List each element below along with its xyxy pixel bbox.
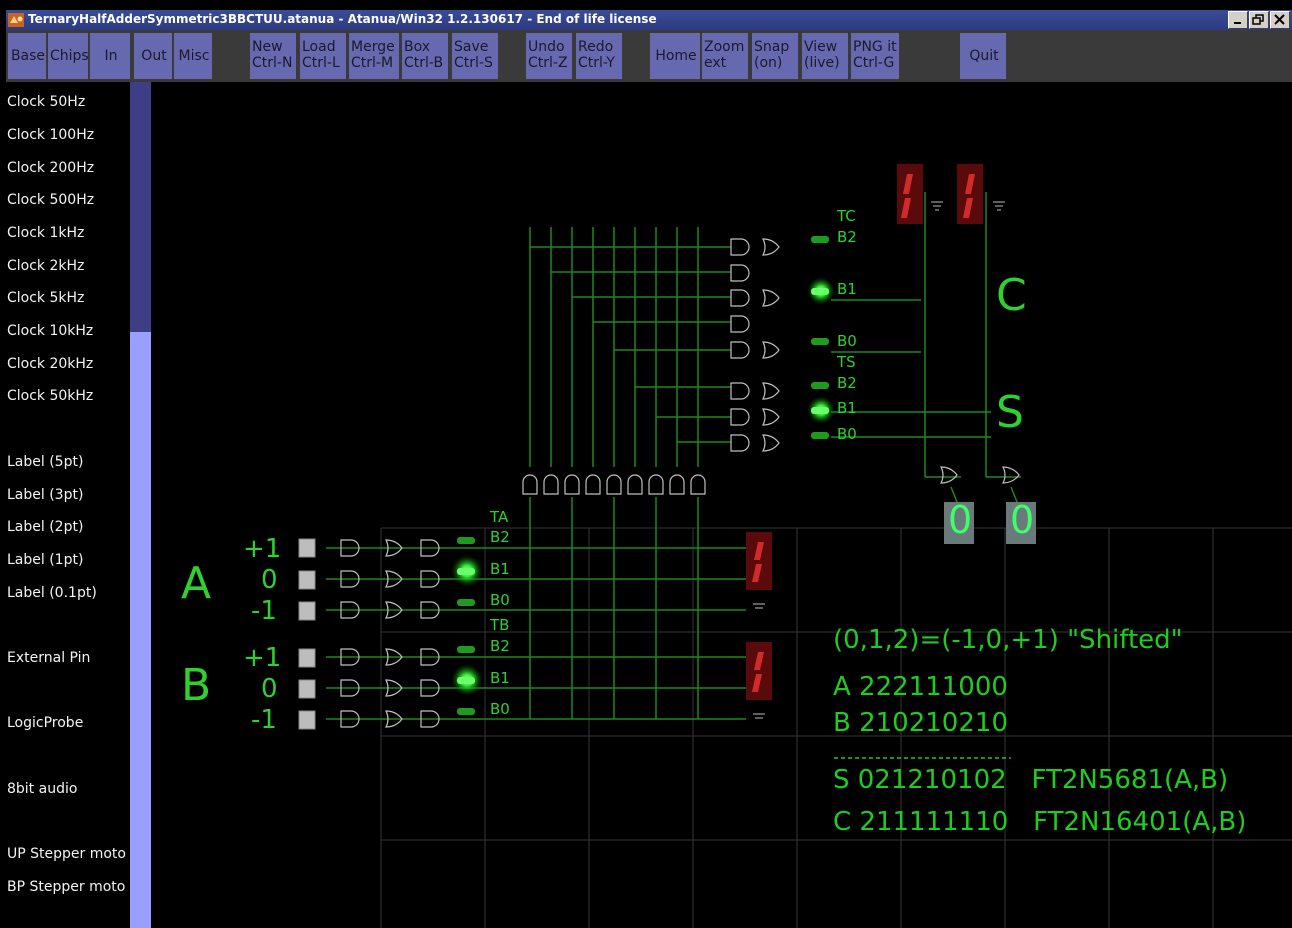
c-b2-label: B2 [837,228,857,246]
sidebar-item-clock-10khz[interactable]: Clock 10kHz [7,323,93,339]
s-b1-label: B1 [837,399,857,417]
a-b2-label: B2 [490,528,510,546]
output-c-label: C [996,270,1027,321]
c-b0-label: B0 [837,332,857,350]
in-button[interactable]: In [90,33,130,79]
note-b-values: B 210210210 [833,708,1008,738]
maximize-button[interactable] [1249,11,1269,29]
b-b2-label: B2 [490,637,510,655]
merge-button[interactable]: Merge Ctrl-M [349,33,399,79]
sidebar-item-label-0-1pt[interactable]: Label (0.1pt) [7,585,97,601]
sidebar-scroll-thumb[interactable] [130,82,151,332]
sidebar-item-label-5pt[interactable]: Label (5pt) [7,454,83,470]
sidebar-item-bp-stepper[interactable]: BP Stepper moto [7,879,125,895]
chips-button[interactable]: Chips [48,33,89,79]
circuit-canvas[interactable]: A B +1 0 -1 +1 0 -1 TA B2 B1 B0 TB B2 B1… [151,82,1292,928]
a-plus-one-label: +1 [243,534,282,564]
home-button[interactable]: Home [650,33,700,79]
bus-wires [529,192,1021,508]
segment-displays-top [897,164,1005,224]
load-button[interactable]: Load Ctrl-L [300,33,346,79]
a-zero-label: 0 [261,565,278,595]
sidebar-item-clock-50khz[interactable]: Clock 50kHz [7,388,93,404]
s-b0-label: B0 [837,425,857,443]
note-s-values: S 021210102 FT2N5681(A,B) [833,765,1229,795]
s-digit-display: 0 [948,498,973,542]
note-c-values: C 211111110 FT2N16401(A,B) [833,807,1247,837]
note-a-values: A 222111000 [833,672,1008,702]
box-button[interactable]: Box Ctrl-B [402,33,448,79]
sidebar-item-clock-1khz[interactable]: Clock 1kHz [7,225,84,241]
sidebar-item-clock-20khz[interactable]: Clock 20kHz [7,356,93,372]
zoom-ext-button[interactable]: Zoom ext [702,33,748,79]
sidebar-item-logicprobe[interactable]: LogicProbe [7,715,83,731]
input-switches [298,538,316,730]
a-b1-label: B1 [490,560,510,578]
sidebar-item-clock-100hz[interactable]: Clock 100Hz [7,127,94,143]
close-button[interactable] [1270,11,1290,29]
b-b1-label: B1 [490,669,510,687]
input-b-label: B [181,660,212,711]
bus-ts-label: TS [837,353,856,371]
b-b0-label: B0 [490,700,510,718]
snap-button[interactable]: Snap (on) [752,33,798,79]
app-icon [8,13,24,27]
sidebar-item-external-pin[interactable]: External Pin [7,650,90,666]
c-digit-display: 0 [1010,498,1035,542]
undo-button[interactable]: Undo Ctrl-Z [526,33,572,79]
misc-button[interactable]: Misc [174,33,212,79]
circuit-drawing [298,164,1292,928]
gate-array [522,238,1020,495]
sidebar-item-label-2pt[interactable]: Label (2pt) [7,519,83,535]
b-minus-one-label: -1 [251,705,277,735]
toolbar: Base Chips In Out Misc New Ctrl-N Load Ctr… [6,30,1292,82]
quit-button[interactable]: Quit [960,33,1006,79]
sidebar-item-8bit-audio[interactable]: 8bit audio [7,781,77,797]
s-b2-label: B2 [837,374,857,392]
minimize-button[interactable] [1228,11,1248,29]
input-wires [326,497,746,720]
sidebar-item-up-stepper[interactable]: UP Stepper moto [7,846,126,862]
title-bar: TernaryHalfAdderSymmetric3BBCTUU.atanua … [6,10,1292,30]
view-button[interactable]: View (live) [802,33,848,79]
b-plus-one-label: +1 [243,643,282,673]
out-button[interactable]: Out [134,33,172,79]
segment-displays-bottom [746,532,772,719]
sidebar-item-clock-500hz[interactable]: Clock 500Hz [7,192,94,208]
input-leds [451,537,483,715]
bus-ta-label: TA [490,508,509,526]
png-button[interactable]: PNG it Ctrl-G [851,33,899,79]
base-button[interactable]: Base [8,33,46,79]
input-gates [340,539,440,728]
bus-tc-label: TC [837,207,856,225]
window-title: TernaryHalfAdderSymmetric3BBCTUU.atanua … [28,12,657,26]
new-button[interactable]: New Ctrl-N [250,33,296,79]
sidebar-item-label-3pt[interactable]: Label (3pt) [7,487,83,503]
close-icon [1274,14,1285,25]
sidebar-item-clock-200hz[interactable]: Clock 200Hz [7,160,94,176]
a-minus-one-label: -1 [251,596,277,626]
bus-tb-label: TB [490,616,510,634]
output-s-label: S [996,387,1024,438]
save-button[interactable]: Save Ctrl-S [452,33,498,79]
sidebar-item-clock-50hz[interactable]: Clock 50Hz [7,94,85,110]
redo-button[interactable]: Redo Ctrl-Y [576,33,622,79]
output-leds [807,236,835,439]
b-zero-label: 0 [261,674,278,704]
sidebar-item-clock-5khz[interactable]: Clock 5kHz [7,290,84,306]
sidebar-item-clock-2khz[interactable]: Clock 2kHz [7,258,84,274]
note-encoding: (0,1,2)=(-1,0,+1) "Shifted" [833,625,1183,655]
restore-icon [1252,14,1264,25]
input-a-label: A [181,558,212,609]
a-b0-label: B0 [490,591,510,609]
c-b1-label: B1 [837,280,857,298]
sidebar-item-label-1pt[interactable]: Label (1pt) [7,552,83,568]
component-list: Clock 50Hz Clock 100Hz Clock 200Hz Clock… [6,82,130,928]
minimize-icon [1234,22,1241,24]
